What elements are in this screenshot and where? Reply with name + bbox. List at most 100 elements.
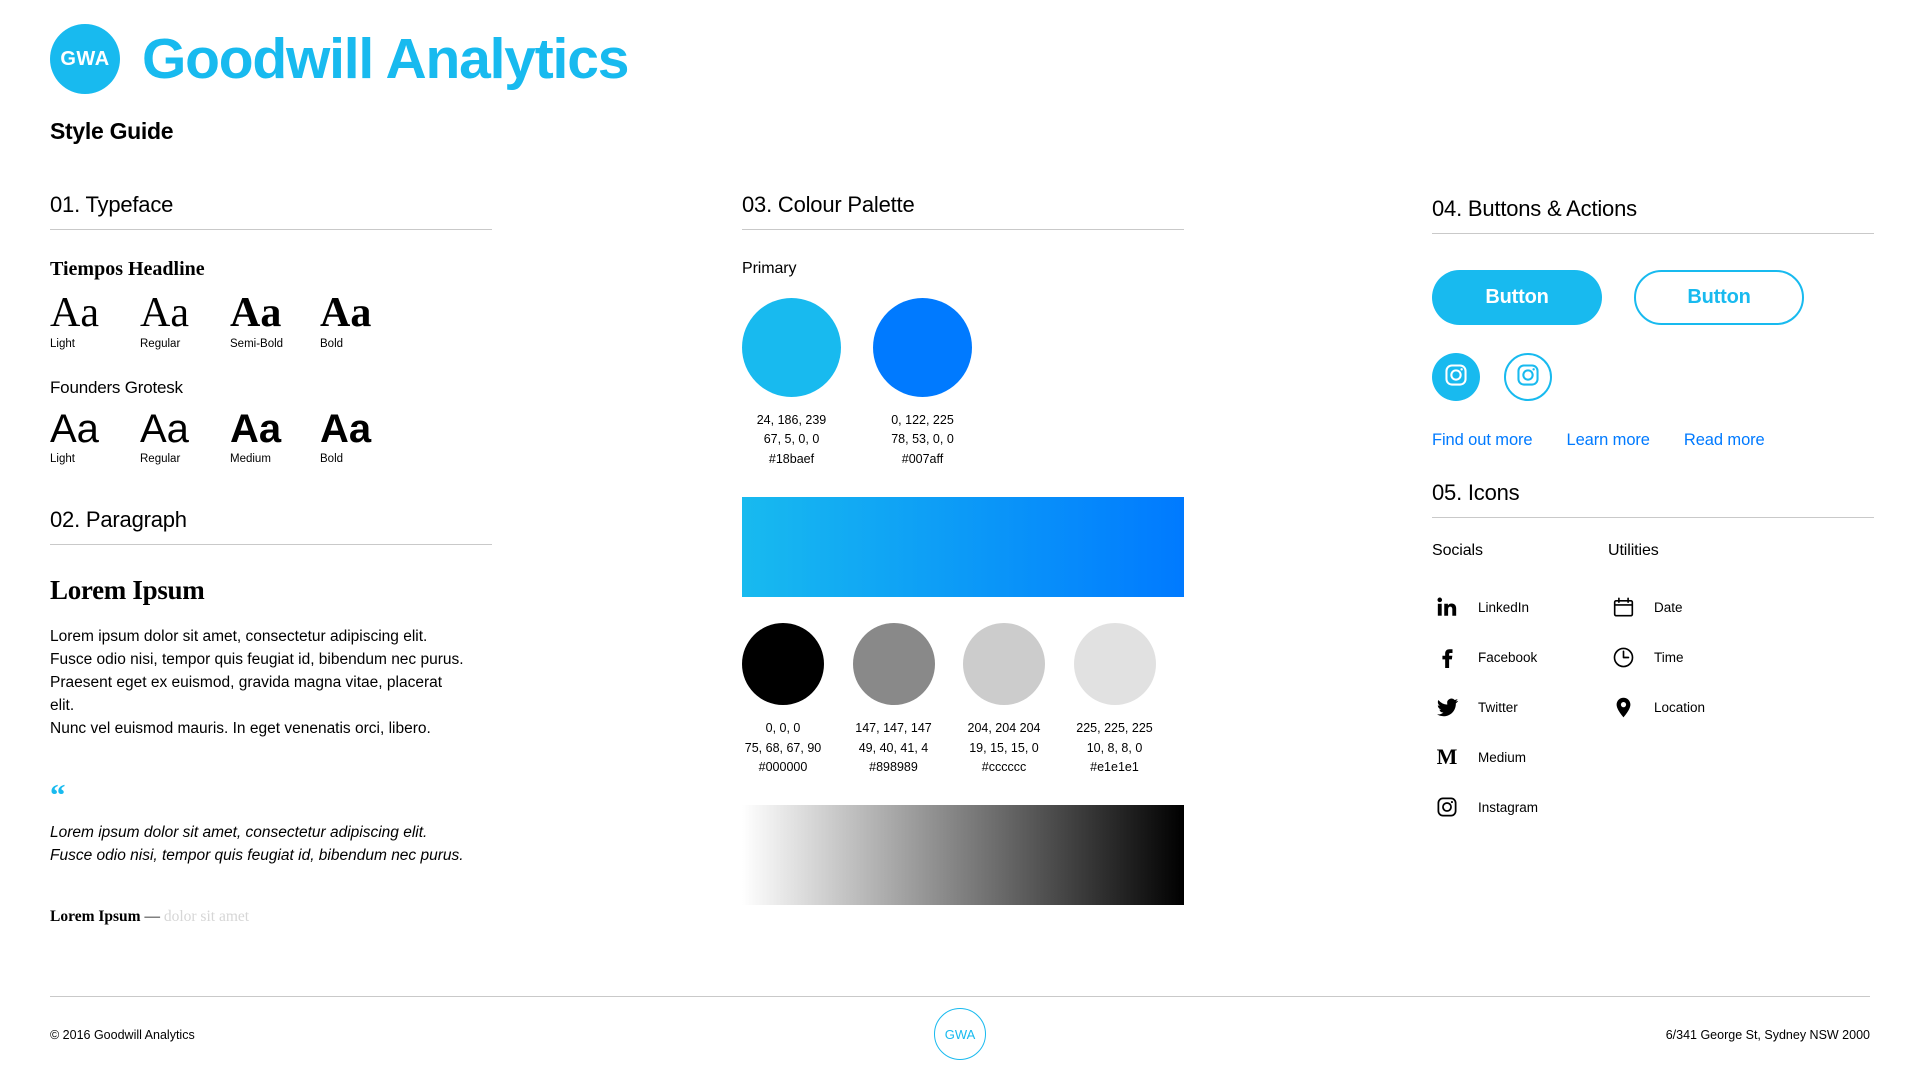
specimen-sample: Aa [230,407,282,452]
icon-column-socials: Socials LinkedIn Facebook Twitter M Medi… [1432,542,1608,832]
linkedin-icon [1432,592,1462,622]
icon-item-linkedin[interactable]: LinkedIn [1432,582,1608,632]
icon-label: Medium [1478,749,1527,765]
icon-label: Time [1654,649,1684,665]
swatch-cmyk: 67, 5, 0, 0 [763,432,820,447]
column-right: 04. Buttons & Actions Button Button Find… [1432,196,1874,832]
swatch-hex: #18baef [768,451,815,466]
footer-copyright: © 2016 Goodwill Analytics [50,1028,195,1042]
swatch-rgb: 225, 225, 225 [1076,721,1153,736]
specimen-label: Light [50,453,75,466]
color-swatch: 225, 225, 225 10, 8, 8, 0 #e1e1e1 [1073,623,1185,777]
icon-item-medium[interactable]: M Medium [1432,732,1608,782]
icon-label: Twitter [1478,699,1518,715]
instagram-icon [1432,792,1462,822]
specimen-sample: Aa [320,290,372,336]
instagram-button-outline[interactable] [1504,353,1552,401]
palette-greyscale-swatches: 0, 0, 0 75, 68, 67, 90 #000000 147, 147,… [742,623,1184,777]
swatch-values: 204, 204 204 19, 15, 15, 0 #cccccc [963,719,1045,777]
icon-column-heading-socials: Socials [1432,542,1483,559]
icon-label: Instagram [1478,799,1539,815]
footer-divider [50,996,1870,997]
specimen-sample: Aa [50,407,99,452]
section-heading-typeface: 01. Typeface [50,192,492,230]
icon-library: Socials LinkedIn Facebook Twitter M Medi… [1432,542,1874,832]
swatch-rgb: 0, 0, 0 [765,721,801,736]
color-swatch: 0, 122, 225 78, 53, 0, 0 #007aff [873,298,1004,469]
button-group: Button Button [1432,270,1874,325]
specimen-label: Regular [140,338,181,351]
secondary-button[interactable]: Button [1634,270,1804,325]
swatch-circle [852,623,935,706]
calendar-icon [1608,592,1638,622]
specimen-sample: Aa [50,290,99,336]
style-guide-page: GWA Goodwill Analytics Style Guide 01. T… [0,0,1920,1080]
instagram-button-filled[interactable] [1432,353,1480,401]
page-header: GWA Goodwill Analytics [50,24,629,94]
attribution-dash: — [140,907,164,925]
swatch-hex: #cccccc [981,759,1027,774]
paragraph-title: Lorem Ipsum [50,575,205,606]
paragraph-body: Lorem ipsum dolor sit amet, consectetur … [50,626,470,741]
typeface-name-tiempos: Tiempos Headline [50,258,205,280]
specimen-light: Aa Light [50,291,128,350]
page-title: Goodwill Analytics [142,26,629,91]
link-learn-more[interactable]: Learn more [1567,431,1650,450]
link-find-out-more[interactable]: Find out more [1432,431,1533,450]
specimen-regular: Aa Regular [140,291,218,350]
swatch-cmyk: 49, 40, 41, 4 [858,740,929,755]
swatch-rgb: 24, 186, 239 [756,413,827,427]
icon-label: Location [1654,699,1706,715]
icon-label: Facebook [1478,649,1538,665]
location-pin-icon [1608,692,1638,722]
section-heading-palette: 03. Colour Palette [742,192,1184,230]
specimen-semibold: Aa Semi-Bold [230,291,308,350]
swatch-circle [963,623,1045,706]
column-left: 01. Typeface Tiempos Headline Aa Light A… [50,192,492,926]
paragraph-line: Fusce odio nisi, tempor quis feugiat id,… [50,651,464,669]
paragraph-line: Nunc vel euismod mauris. In eget venenat… [50,719,431,737]
specimen-bold: Aa Bold [320,291,398,350]
specimen-label: Bold [320,453,344,466]
color-swatch: 24, 186, 239 67, 5, 0, 0 #18baef [742,298,873,469]
typeface-specimens-founders: Aa Light Aa Regular Aa Medium Aa Bold [50,408,492,465]
page-subtitle: Style Guide [50,118,174,144]
swatch-rgb: 0, 122, 225 [891,413,954,427]
swatch-hex: #000000 [758,759,808,774]
section-heading-buttons: 04. Buttons & Actions [1432,196,1874,234]
specimen-label: Regular [140,453,181,466]
quote-mark-icon: “ [50,776,66,812]
specimen-light: Aa Light [50,408,128,465]
icon-label: Date [1654,599,1683,615]
specimen-sample: Aa [230,290,282,336]
specimen-regular: Aa Regular [140,408,218,465]
section-heading-paragraph: 02. Paragraph [50,507,492,546]
icon-item-time[interactable]: Time [1608,632,1784,682]
specimen-sample: Aa [320,407,372,452]
icon-item-twitter[interactable]: Twitter [1432,682,1608,732]
palette-primary-label: Primary [742,260,797,277]
palette-primary-swatches: 24, 186, 239 67, 5, 0, 0 #18baef 0, 122,… [742,298,1184,469]
swatch-cmyk: 19, 15, 15, 0 [969,740,1039,755]
text-link-group: Find out more Learn more Read more [1432,431,1874,450]
color-swatch: 0, 0, 0 75, 68, 67, 90 #000000 [742,623,853,777]
swatch-circle [742,623,824,706]
swatch-values: 225, 225, 225 10, 8, 8, 0 #e1e1e1 [1074,719,1156,777]
icon-item-instagram[interactable]: Instagram [1432,782,1608,832]
icon-column-utilities: Utilities Date Time Location [1608,542,1784,832]
facebook-icon [1432,642,1462,672]
icon-item-date[interactable]: Date [1608,582,1784,632]
quote-line: Fusce odio nisi, tempor quis feugiat id,… [50,846,464,864]
swatch-cmyk: 10, 8, 8, 0 [1086,740,1143,755]
primary-button[interactable]: Button [1432,270,1602,325]
link-read-more[interactable]: Read more [1684,431,1765,450]
swatch-circle [873,298,972,397]
specimen-label: Bold [320,338,344,351]
icon-item-location[interactable]: Location [1608,682,1784,732]
section-heading-icons: 05. Icons [1432,480,1874,518]
social-button-group [1432,353,1874,401]
footer-address: 6/341 George St, Sydney NSW 2000 [1665,1028,1870,1042]
specimen-sample: Aa [140,290,189,336]
icon-item-facebook[interactable]: Facebook [1432,632,1608,682]
footer-logo-text: GWA [944,1026,976,1042]
